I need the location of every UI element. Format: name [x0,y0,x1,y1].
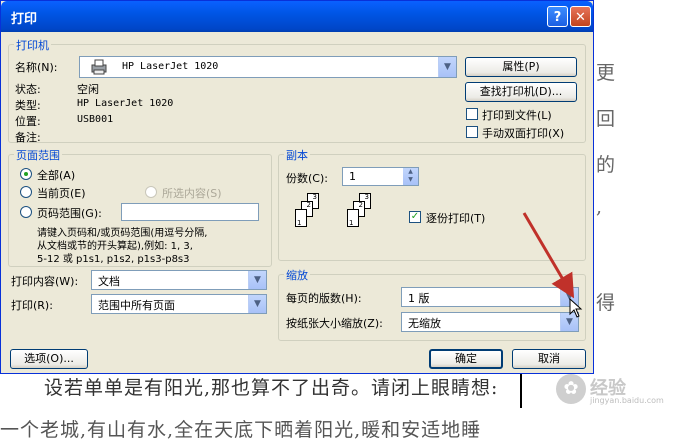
mouse-pointer-icon [569,298,583,318]
annotation-arrow-icon [522,212,575,299]
